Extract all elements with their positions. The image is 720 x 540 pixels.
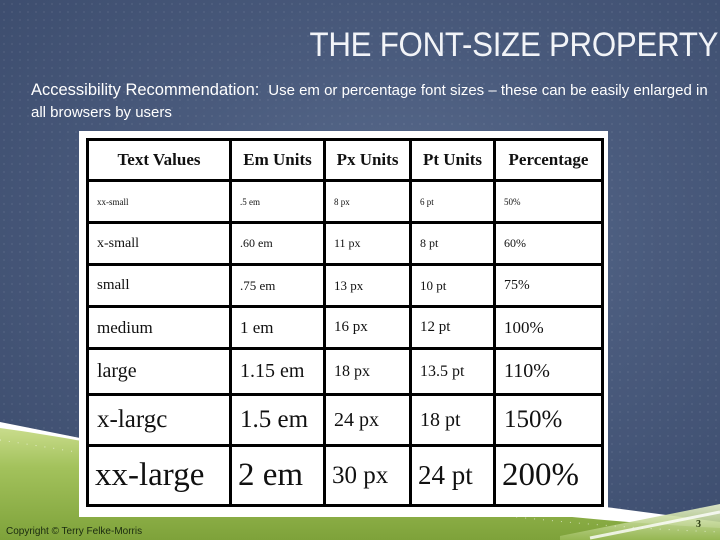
- cell-pt: 13.5 pt: [409, 347, 496, 396]
- cell-em: .60 em: [229, 221, 326, 266]
- cell-pt: 6 pt: [409, 179, 496, 224]
- cell-percent: 150%: [493, 393, 604, 447]
- cell-em: .75 em: [229, 263, 326, 308]
- cell-percent: 110%: [493, 347, 604, 396]
- slide-title: THE FONT-SIZE PROPERTY: [309, 26, 718, 64]
- cell-em: .5 em: [229, 179, 326, 224]
- cell-percent: 50%: [493, 179, 604, 224]
- cell-text-value: medium: [86, 305, 232, 350]
- cell-px: 8 px: [323, 179, 412, 224]
- cell-px: 11 px: [323, 221, 412, 266]
- cell-px: 30 px: [323, 444, 412, 507]
- cell-px: 13 px: [323, 263, 412, 308]
- table-row: xx-large 2 em 30 px 24 pt 200%: [86, 444, 604, 507]
- table-row: x-small .60 em 11 px 8 pt 60%: [86, 221, 604, 266]
- header-px-units: Px Units: [323, 138, 412, 182]
- cell-percent: 100%: [493, 305, 604, 350]
- table-row: x-largc 1.5 em 24 px 18 pt 150%: [86, 393, 604, 447]
- cell-pt: 8 pt: [409, 221, 496, 266]
- cell-pt: 18 pt: [409, 393, 496, 447]
- table-row: small .75 em 13 px 10 pt 75%: [86, 263, 604, 308]
- cell-text-value: small: [86, 263, 232, 308]
- cell-text-value: large: [86, 347, 232, 396]
- cell-text-value: xx-small: [86, 179, 232, 224]
- page-number: 3: [696, 519, 701, 530]
- cell-percent: 75%: [493, 263, 604, 308]
- header-em-units: Em Units: [229, 138, 326, 182]
- cell-px: 16 px: [323, 305, 412, 350]
- cell-text-value: x-largc: [86, 393, 232, 447]
- cell-percent: 60%: [493, 221, 604, 266]
- cell-em: 1.15 em: [229, 347, 326, 396]
- cell-pt: 12 pt: [409, 305, 496, 350]
- table-row: large 1.15 em 18 px 13.5 pt 110%: [86, 347, 604, 396]
- header-percentage: Percentage: [493, 138, 604, 182]
- cell-em: 1.5 em: [229, 393, 326, 447]
- cell-percent: 200%: [493, 444, 604, 507]
- font-size-table: Text Values Em Units Px Units Pt Units P…: [86, 138, 604, 507]
- header-text-values: Text Values: [86, 138, 232, 182]
- cell-pt: 10 pt: [409, 263, 496, 308]
- cell-pt: 24 pt: [409, 444, 496, 507]
- cell-px: 18 px: [323, 347, 412, 396]
- cell-text-value: xx-large: [86, 444, 232, 507]
- subtitle-lead: Accessibility Recommendation:: [31, 81, 260, 99]
- slide-subtitle: Accessibility Recommendation: Use em or …: [31, 79, 711, 124]
- table-row: medium 1 em 16 px 12 pt 100%: [86, 305, 604, 350]
- table-row: xx-small .5 em 8 px 6 pt 50%: [86, 179, 604, 224]
- copyright-footer: Copyright © Terry Felke-Morris: [6, 526, 143, 537]
- cell-em: 2 em: [229, 444, 326, 507]
- cell-px: 24 px: [323, 393, 412, 447]
- table-header-row: Text Values Em Units Px Units Pt Units P…: [86, 138, 604, 182]
- cell-em: 1 em: [229, 305, 326, 350]
- header-pt-units: Pt Units: [409, 138, 496, 182]
- cell-text-value: x-small: [86, 221, 232, 266]
